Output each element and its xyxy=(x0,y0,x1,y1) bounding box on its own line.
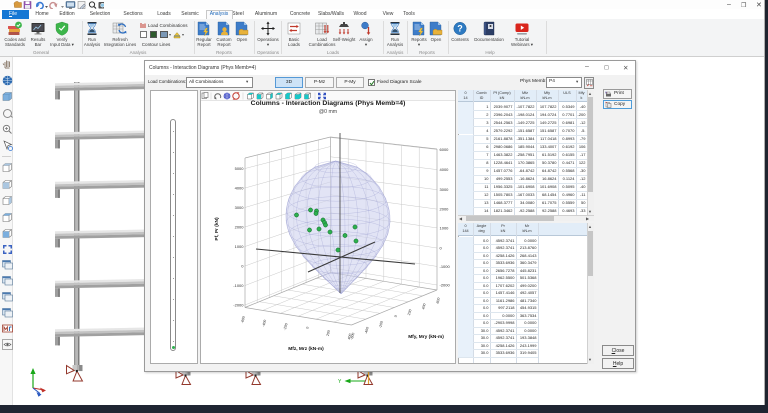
svg-text:600: 600 xyxy=(436,297,441,304)
svg-text:-200: -200 xyxy=(378,321,384,329)
svg-text:-600: -600 xyxy=(240,316,246,324)
svg-text:200: 200 xyxy=(407,309,412,316)
svg-text:?: ? xyxy=(457,23,463,33)
svg-text:3000: 3000 xyxy=(440,187,450,192)
svg-text:0: 0 xyxy=(394,315,398,318)
svg-text:0: 0 xyxy=(305,326,309,329)
svg-text:2000: 2000 xyxy=(440,207,450,212)
svg-text:-400: -400 xyxy=(364,326,370,334)
svg-text:6000: 6000 xyxy=(440,147,450,152)
svg-text:-1000: -1000 xyxy=(440,264,451,269)
svg-text:1000: 1000 xyxy=(440,225,450,230)
svg-text:3000: 3000 xyxy=(235,205,245,210)
svg-text:-2000: -2000 xyxy=(233,303,244,308)
svg-text:Pf, Pr (kN): Pf, Pr (kN) xyxy=(214,217,220,241)
svg-text:200: 200 xyxy=(326,330,331,337)
svg-text:2000: 2000 xyxy=(235,225,245,230)
svg-text:Y: Y xyxy=(338,379,342,385)
svg-text:4000: 4000 xyxy=(440,167,450,172)
svg-text:1000: 1000 xyxy=(235,244,245,249)
svg-text:Mfy, Mry (kN-m): Mfy, Mry (kN-m) xyxy=(408,334,444,340)
svg-text:-1000: -1000 xyxy=(233,283,244,288)
svg-text:400: 400 xyxy=(421,303,426,310)
svg-text:5000: 5000 xyxy=(235,166,245,171)
svg-text:-400: -400 xyxy=(262,319,268,327)
svg-text:Mfz, Mrz (kN-m): Mfz, Mrz (kN-m) xyxy=(288,346,324,352)
svg-text:-200: -200 xyxy=(283,323,289,331)
svg-text:0: 0 xyxy=(440,246,443,251)
svg-text:4000: 4000 xyxy=(235,186,245,191)
svg-text:-600: -600 xyxy=(350,332,356,340)
svg-text:0: 0 xyxy=(241,264,244,269)
svg-text:-2000: -2000 xyxy=(440,283,451,288)
